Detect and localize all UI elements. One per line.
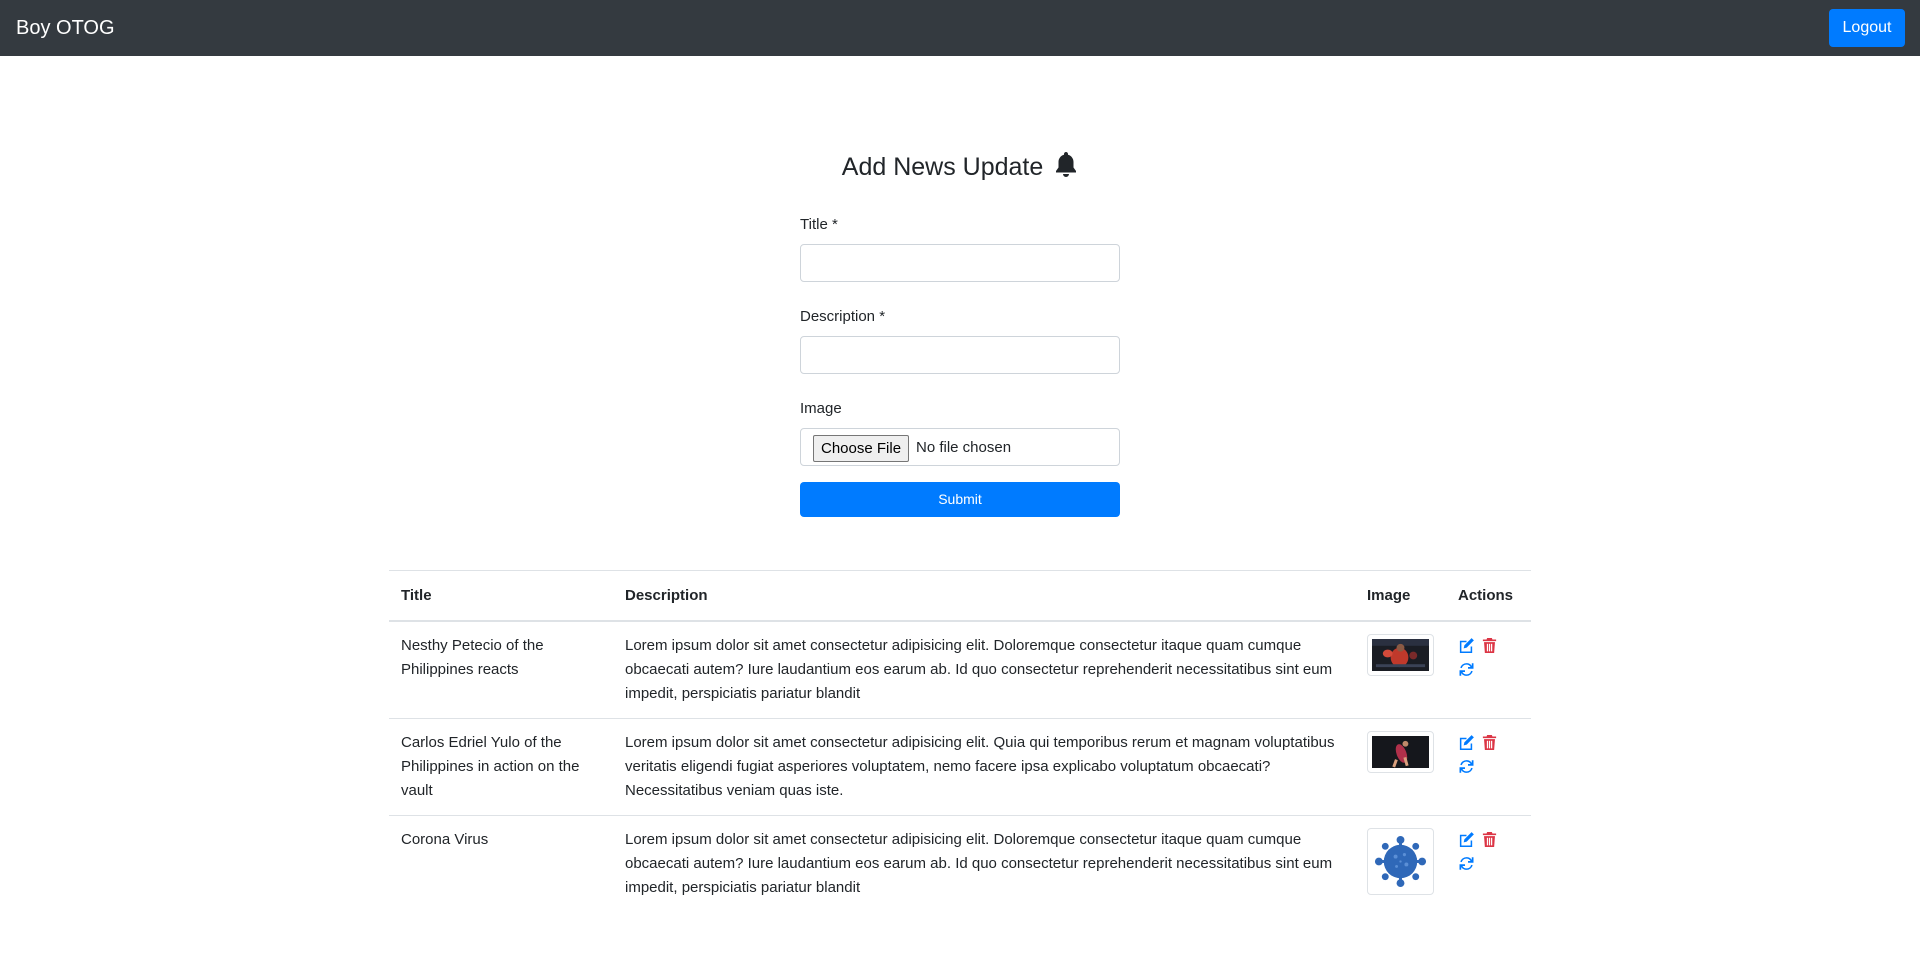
submit-button[interactable]: Submit [800,482,1120,517]
virus-illustration [1367,827,1434,895]
title-input[interactable] [800,244,1120,282]
row-actions [1458,828,1508,876]
trash-icon[interactable] [1481,734,1498,751]
table-header-row: Title Description Image Actions [389,570,1531,622]
page-title-text: Add News Update [841,153,1044,181]
page-title: Add News Update [0,152,1920,182]
image-file-input[interactable]: Choose File No file chosen [800,428,1120,466]
row-actions [1458,731,1508,779]
table-row: Carlos Edriel Yulo of the Philippines in… [389,717,1531,815]
logout-button[interactable]: Logout [1829,9,1905,47]
refresh-icon[interactable] [1458,855,1475,872]
header-image: Image [1355,570,1446,622]
row-description: Lorem ipsum dolor sit amet consectetur a… [613,717,1355,815]
choose-file-button[interactable]: Choose File [813,435,910,462]
news-table: Title Description Image Actions Nesthy P… [389,570,1531,912]
row-title: Nesthy Petecio of the Philippines reacts [401,636,544,678]
bell-icon [1054,152,1078,178]
description-group: Description * [800,306,1120,374]
brand-link[interactable]: Boy OTOG [16,16,115,40]
row-actions [1458,634,1508,682]
file-status-text: No file chosen [916,439,1012,456]
row-description: Lorem ipsum dolor sit amet consectetur a… [613,814,1355,912]
image-label: Image [800,400,842,417]
title-group: Title * [800,214,1120,282]
refresh-icon[interactable] [1458,661,1475,678]
description-label: Description * [800,308,886,325]
row-description: Lorem ipsum dolor sit amet consectetur a… [625,636,1333,702]
boxer-photo [1367,633,1434,676]
add-news-form: Title * Description * Image Choose File … [800,214,1120,517]
edit-icon[interactable] [1458,637,1475,654]
edit-icon[interactable] [1458,831,1475,848]
row-title: Corona Virus [389,814,613,912]
edit-icon[interactable] [1458,734,1475,751]
description-input[interactable] [800,336,1120,374]
navbar: Boy OTOG Logout [0,0,1920,56]
trash-icon[interactable] [1481,831,1498,848]
row-title: Carlos Edriel Yulo of the Philippines in… [389,717,613,815]
image-group: Image Choose File No file chosen [800,398,1120,466]
header-description: Description [613,570,1355,622]
header-title: Title [389,570,613,622]
trash-icon[interactable] [1481,637,1498,654]
refresh-icon[interactable] [1458,758,1475,775]
gymnast-photo [1367,730,1434,773]
header-actions: Actions [1446,570,1531,622]
table-row: Corona Virus Lorem ipsum dolor sit amet … [389,814,1531,912]
title-label: Title * [800,216,838,233]
table-row: Nesthy Petecio of the Philippines reacts… [389,621,1531,719]
